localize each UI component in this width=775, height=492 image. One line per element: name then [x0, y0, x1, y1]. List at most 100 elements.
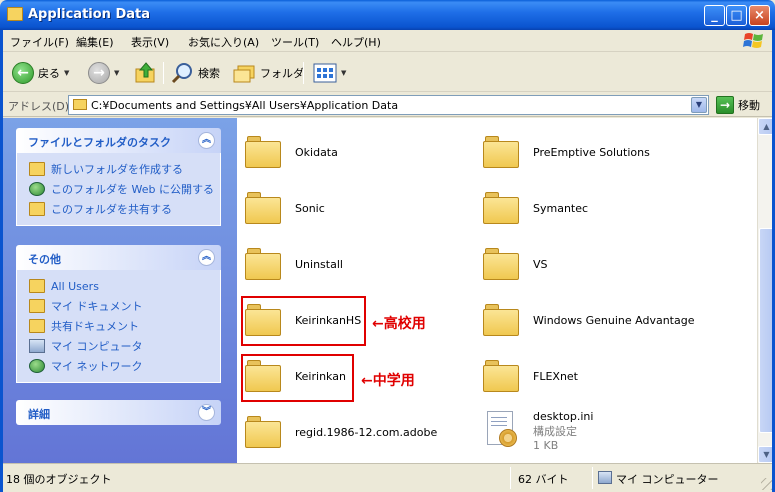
window-title: Application Data [28, 7, 150, 22]
menu-help[interactable]: ヘルプ(H) [331, 34, 381, 50]
task-publish-web[interactable]: このフォルダを Web に公開する [17, 179, 220, 199]
panel-header[interactable]: その他 ︽ [16, 245, 221, 270]
annotation-high-school: ←高校用 [372, 316, 426, 332]
forward-button[interactable]: → ▼ [88, 61, 119, 85]
back-label: 戻る [38, 67, 60, 80]
menu-bar: ファイル(F) 編集(E) 表示(V) お気に入り(A) ツール(T) ヘルプ(… [0, 30, 775, 52]
folder-icon [73, 99, 87, 110]
computer-icon [29, 339, 45, 353]
menu-file[interactable]: ファイル(F) [10, 34, 69, 50]
list-item[interactable]: PreEmptive Solutions [483, 136, 650, 168]
task-pane: ファイルとフォルダのタスク ︽ 新しいフォルダを作成する このフォルダを Web… [0, 118, 237, 463]
list-item[interactable]: regid.1986-12.com.adobe [245, 416, 437, 448]
status-divider [510, 467, 511, 489]
list-item[interactable]: Windows Genuine Advantage [483, 304, 694, 336]
place-shared-documents[interactable]: 共有ドキュメント [17, 316, 220, 336]
computer-icon [598, 471, 612, 484]
folders-label: フォルダ [260, 67, 304, 80]
menu-tools[interactable]: ツール(T) [271, 34, 319, 50]
address-path: C:¥Documents and Settings¥All Users¥Appl… [91, 99, 399, 112]
folder-icon [245, 248, 281, 280]
panel-title: 詳細 [28, 408, 50, 421]
list-item[interactable]: VS [483, 248, 548, 280]
chevron-down-icon: ▼ [341, 69, 347, 77]
network-icon [29, 359, 45, 373]
place-my-computer[interactable]: マイ コンピュータ [17, 336, 220, 356]
file-list[interactable]: Okidata Sonic Uninstall KeirinkanHS Keir… [237, 118, 757, 463]
address-input[interactable]: C:¥Documents and Settings¥All Users¥Appl… [68, 95, 709, 115]
status-divider [592, 467, 593, 489]
menu-favorites[interactable]: お気に入り(A) [188, 34, 259, 50]
collapse-icon[interactable]: ︽ [198, 249, 215, 266]
panel-title: その他 [28, 253, 61, 266]
config-file-icon [483, 411, 519, 451]
file-name: desktop.ini [533, 410, 594, 423]
address-dropdown-button[interactable]: ▼ [691, 97, 707, 113]
panel-body: All Users マイ ドキュメント 共有ドキュメント マイ コンピュータ マ… [16, 270, 221, 383]
status-location: マイ コンピューター [616, 473, 719, 486]
list-item[interactable]: Symantec [483, 192, 588, 224]
folder-icon [483, 360, 519, 392]
title-bar[interactable]: Application Data _ □ × [0, 0, 775, 30]
list-item[interactable]: Uninstall [245, 248, 343, 280]
go-label: 移動 [738, 99, 760, 112]
menu-edit[interactable]: 編集(E) [76, 34, 114, 50]
chevron-down-icon: ▼ [114, 69, 120, 77]
place-my-documents[interactable]: マイ ドキュメント [17, 296, 220, 316]
window-frame-left [0, 30, 3, 492]
folder-icon [483, 192, 519, 224]
minimize-button[interactable]: _ [704, 5, 725, 26]
folder-icon [29, 319, 45, 333]
address-label: アドレス(D) [8, 100, 70, 113]
panel-header[interactable]: ファイルとフォルダのタスク ︽ [16, 128, 221, 153]
address-bar: アドレス(D) C:¥Documents and Settings¥All Us… [0, 93, 775, 117]
folder-icon [245, 416, 281, 448]
list-item[interactable]: FLEXnet [483, 360, 578, 392]
panel-header[interactable]: 詳細 ︾ [16, 400, 221, 425]
go-arrow-icon: → [716, 96, 734, 114]
view-grid-icon [313, 63, 337, 83]
back-arrow-icon: ← [12, 62, 34, 84]
search-button[interactable]: 検索 [170, 61, 220, 85]
highlight-box-keirinkanhs [241, 296, 366, 346]
go-button[interactable]: → 移動 [716, 96, 760, 114]
windows-logo-icon [743, 33, 763, 48]
folders-button[interactable]: フォルダ [232, 61, 304, 85]
list-item[interactable]: desktop.ini 構成設定 1 KB [483, 410, 593, 452]
panel-body: 新しいフォルダを作成する このフォルダを Web に公開する このフォルダを共有… [16, 153, 221, 226]
task-share-folder[interactable]: このフォルダを共有する [17, 199, 220, 219]
list-item[interactable]: Okidata [245, 136, 338, 168]
folder-icon [29, 299, 45, 313]
folder-icon [245, 192, 281, 224]
folder-icon [483, 136, 519, 168]
place-my-network[interactable]: マイ ネットワーク [17, 356, 220, 376]
toolbar: ← 戻る ▼ → ▼ 検索 フォルダ ▼ [0, 53, 775, 92]
status-size: 62 バイト [518, 473, 569, 486]
list-item[interactable]: Sonic [245, 192, 325, 224]
collapse-icon[interactable]: ︽ [198, 132, 215, 149]
details-panel: 詳細 ︾ [16, 400, 221, 425]
expand-icon[interactable]: ︾ [198, 404, 215, 421]
panel-title: ファイルとフォルダのタスク [28, 136, 171, 149]
close-button[interactable]: × [749, 5, 770, 26]
globe-icon [29, 182, 45, 196]
menu-view[interactable]: 表示(V) [131, 34, 169, 50]
chevron-down-icon: ▼ [64, 69, 70, 77]
toolbar-separator [163, 62, 164, 84]
place-all-users[interactable]: All Users [17, 276, 220, 296]
up-folder-button[interactable] [134, 61, 158, 85]
search-label: 検索 [198, 67, 220, 80]
status-bar: 18 個のオブジェクト 62 バイト マイ コンピューター [0, 463, 775, 492]
file-folder-tasks-panel: ファイルとフォルダのタスク ︽ 新しいフォルダを作成する このフォルダを Web… [16, 128, 221, 226]
back-button[interactable]: ← 戻る ▼ [12, 61, 69, 85]
task-new-folder[interactable]: 新しいフォルダを作成する [17, 159, 220, 179]
maximize-button[interactable]: □ [726, 5, 747, 26]
folder-icon [7, 7, 23, 21]
views-button[interactable]: ▼ [313, 61, 346, 85]
search-icon [171, 63, 192, 84]
folder-icon [29, 279, 45, 293]
other-places-panel: その他 ︽ All Users マイ ドキュメント 共有ドキュメント マイ コン… [16, 245, 221, 383]
annotation-junior-high: ←中学用 [361, 373, 415, 389]
file-type: 構成設定 [533, 425, 577, 438]
new-folder-icon [29, 162, 45, 176]
